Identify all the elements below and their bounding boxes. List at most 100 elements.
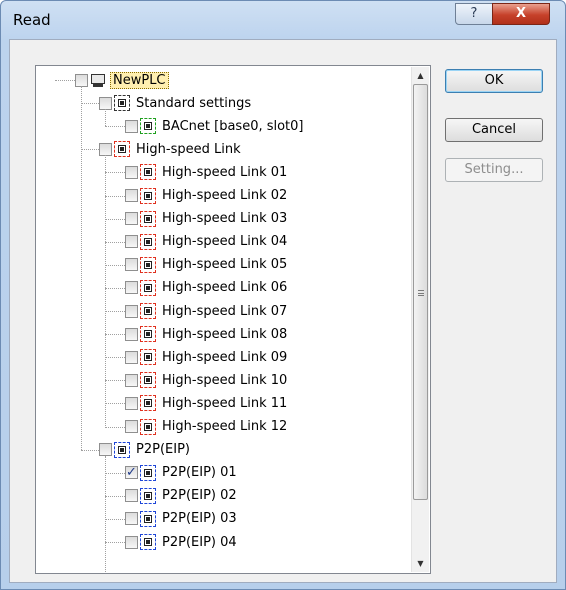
tree-item-checkbox[interactable] [99, 96, 112, 110]
tree-connector [105, 241, 125, 243]
tree-connector [55, 80, 75, 81]
tree-item[interactable]: High-speed Link 11 [125, 392, 289, 414]
window-title: Read [13, 11, 51, 29]
tree-connector [105, 287, 125, 289]
tree-item-label: High-speed Link 01 [162, 164, 288, 180]
tree-connector [105, 264, 125, 266]
tree-item-checkbox[interactable] [125, 512, 138, 526]
high-speed-link-icon [140, 326, 156, 343]
tree-item-checkbox[interactable] [99, 142, 112, 156]
tree-connector [105, 403, 125, 405]
tree-item-checkbox[interactable] [125, 165, 138, 179]
project-tree[interactable]: NewPLC Standard settings BACnet [base0, sl… [37, 67, 411, 572]
tree-guide-line [105, 455, 106, 572]
tree-item-label: High-speed Link 11 [162, 395, 288, 411]
high-speed-link-icon [114, 141, 130, 158]
tree-item-checkbox[interactable] [125, 119, 138, 133]
tree-item-checkbox[interactable] [75, 73, 88, 87]
scroll-up-button[interactable]: ▲ [412, 67, 429, 84]
tree-item-checkbox[interactable] [125, 535, 138, 549]
setting-button[interactable]: Setting... [445, 158, 543, 182]
tree-connector [105, 518, 125, 520]
tree-connector [105, 126, 125, 128]
tree-item-label: NewPLC [110, 71, 169, 89]
tree-guide-line [105, 155, 106, 427]
tree-item-label: P2P(EIP) [136, 442, 190, 458]
tree-item-label: P2P(EIP) 02 [162, 488, 237, 504]
tree-item-checkbox[interactable] [125, 420, 138, 433]
tree-item[interactable]: High-speed Link 12 [125, 416, 289, 438]
high-speed-link-icon [140, 349, 156, 366]
tree-item[interactable]: High-speed Link 08 [125, 323, 289, 345]
tree-item[interactable]: ✓ P2P(EIP) 01 [125, 462, 239, 484]
grip-icon [418, 290, 424, 296]
tree-item[interactable]: BACnet [base0, slot0] [125, 115, 306, 137]
high-speed-link-icon [140, 395, 156, 412]
tree-item-label: P2P(EIP) 01 [162, 465, 237, 481]
tree-item[interactable]: P2P(EIP) 02 [125, 485, 239, 507]
close-icon: X [515, 6, 527, 21]
tree-item-checkbox[interactable] [125, 235, 138, 249]
tree-item-checkbox[interactable] [125, 212, 138, 226]
tree-item[interactable]: High-speed Link [99, 138, 243, 160]
tree-connector [105, 311, 125, 312]
tree-item[interactable]: High-speed Link 06 [125, 277, 289, 299]
tree-item-label: High-speed Link [136, 141, 241, 157]
tree-item-label: P2P(EIP) 04 [162, 534, 237, 550]
tree-item[interactable]: High-speed Link 07 [125, 300, 289, 322]
help-button[interactable]: ? [455, 3, 493, 25]
tree-item[interactable]: P2P(EIP) 04 [125, 531, 239, 553]
tree-item-checkbox[interactable] [125, 373, 138, 387]
ok-button[interactable]: OK [445, 69, 543, 93]
tree-item-label: BACnet [base0, slot0] [162, 118, 304, 134]
project-tree-box: NewPLC Standard settings BACnet [base0, sl… [35, 65, 431, 574]
tree-item[interactable]: NewPLC [75, 69, 169, 91]
tree-item[interactable]: High-speed Link 04 [125, 231, 289, 253]
tree-item-checkbox[interactable] [99, 443, 112, 457]
tree-item-label: High-speed Link 03 [162, 211, 288, 227]
tree-item-checkbox[interactable]: ✓ [125, 466, 138, 480]
scroll-down-button[interactable]: ▼ [412, 555, 429, 572]
tree-connector [105, 195, 125, 197]
tree-item-label: High-speed Link 05 [162, 257, 288, 273]
tree-connector [81, 103, 99, 105]
cancel-button[interactable]: Cancel [445, 118, 543, 142]
tree-item[interactable]: Standard settings [99, 92, 253, 114]
high-speed-link-icon [140, 279, 156, 296]
tree-item-checkbox[interactable] [125, 396, 138, 410]
tree-item[interactable]: P2P(EIP) 03 [125, 508, 239, 530]
high-speed-link-icon [140, 164, 156, 181]
tree-item-checkbox[interactable] [125, 304, 138, 318]
tree-item[interactable]: High-speed Link 03 [125, 208, 289, 230]
high-speed-link-icon [140, 418, 156, 435]
tree-item-label: Standard settings [136, 95, 252, 111]
tree-item-checkbox[interactable] [125, 189, 138, 202]
tree-item-checkbox[interactable] [125, 327, 138, 341]
tree-item[interactable]: High-speed Link 01 [125, 161, 289, 183]
tree-connector [81, 149, 99, 151]
tree-connector [105, 380, 125, 382]
tree-item[interactable]: High-speed Link 09 [125, 346, 289, 368]
tree-item-checkbox[interactable] [125, 281, 138, 295]
vertical-scrollbar[interactable]: ▲ ▼ [411, 67, 429, 572]
tree-guide-line [81, 86, 82, 450]
tree-item-checkbox[interactable] [125, 258, 138, 272]
tree-item[interactable]: P2P(EIP) [99, 439, 192, 461]
dialog-client-area: NewPLC Standard settings BACnet [base0, sl… [9, 39, 557, 583]
high-speed-link-icon [140, 210, 156, 227]
scroll-thumb[interactable] [413, 84, 428, 500]
close-button[interactable]: X [492, 3, 550, 25]
tree-connector [105, 472, 125, 474]
tree-connector [105, 218, 125, 220]
tree-item[interactable]: High-speed Link 10 [125, 369, 289, 391]
tree-item-checkbox[interactable] [125, 350, 138, 364]
tree-connector [105, 172, 125, 174]
tree-item[interactable]: High-speed Link 05 [125, 254, 289, 276]
tree-item-label: High-speed Link 09 [162, 349, 288, 365]
title-bar[interactable]: Read ? X [1, 1, 565, 39]
high-speed-link-icon [140, 256, 156, 273]
tree-item[interactable]: High-speed Link 02 [125, 185, 289, 207]
tree-item-checkbox[interactable] [125, 489, 138, 503]
high-speed-link-icon [140, 372, 156, 389]
p2p-eip-icon [140, 487, 156, 504]
